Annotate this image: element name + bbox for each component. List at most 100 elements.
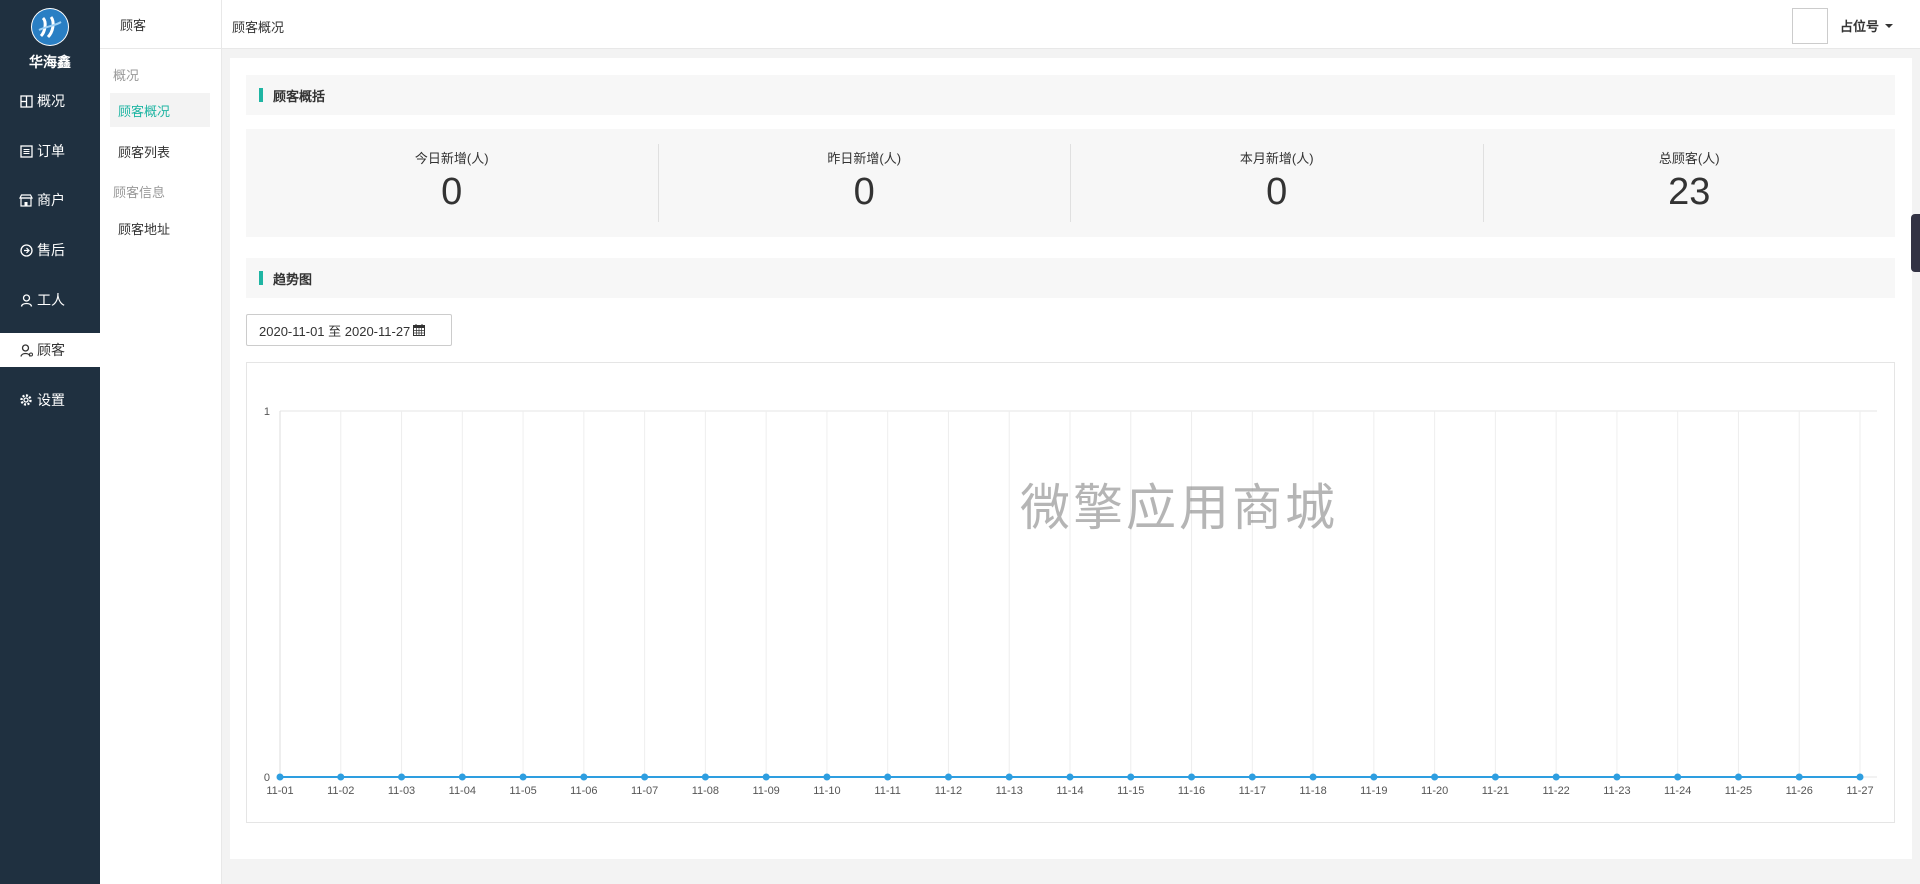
stat-today-new: 今日新增(人) 0 bbox=[246, 144, 658, 222]
user-name: 占位号 bbox=[1840, 19, 1880, 34]
nav-item-overview[interactable]: 概况 bbox=[0, 84, 100, 118]
gear-icon bbox=[19, 393, 33, 407]
data-point bbox=[1188, 773, 1196, 781]
x-tick-label: 11-08 bbox=[692, 785, 719, 797]
data-point bbox=[1005, 773, 1013, 781]
stat-value: 0 bbox=[1266, 171, 1288, 213]
data-point bbox=[398, 773, 406, 781]
side-scroll-handle[interactable] bbox=[1911, 214, 1920, 272]
x-tick-label: 11-10 bbox=[813, 785, 840, 797]
subnav-link-customer-overview[interactable]: 顾客概况 bbox=[110, 93, 210, 127]
summary-section-title: 顾客概括 bbox=[273, 88, 326, 104]
nav-label-orders: 订单 bbox=[37, 143, 65, 159]
x-tick-label: 11-03 bbox=[388, 785, 415, 797]
x-tick-label: 11-17 bbox=[1239, 785, 1266, 797]
x-tick-label: 11-26 bbox=[1786, 785, 1813, 797]
x-tick-label: 11-27 bbox=[1846, 785, 1873, 797]
nav-label-aftersales: 售后 bbox=[37, 242, 65, 258]
x-tick-label: 11-23 bbox=[1603, 785, 1630, 797]
section-accent-bar bbox=[259, 271, 263, 285]
x-tick-label: 11-05 bbox=[509, 785, 536, 797]
data-point bbox=[458, 773, 466, 781]
subnav-link-customer-list[interactable]: 顾客列表 bbox=[110, 134, 210, 168]
subnav-link-customer-address[interactable]: 顾客地址 bbox=[110, 211, 210, 245]
data-point bbox=[762, 773, 770, 781]
x-tick-label: 11-24 bbox=[1664, 785, 1691, 797]
data-point bbox=[1431, 773, 1439, 781]
nav-item-merchants[interactable]: 商户 bbox=[0, 183, 100, 217]
x-tick-label: 11-13 bbox=[996, 785, 1023, 797]
data-point bbox=[944, 773, 952, 781]
stat-label: 今日新增(人) bbox=[414, 151, 489, 166]
stat-value: 23 bbox=[1668, 171, 1711, 213]
summary-section-header: 顾客概括 bbox=[246, 75, 1895, 115]
brand-mark-icon bbox=[31, 8, 69, 46]
subnav-title: 顾客 bbox=[100, 0, 221, 49]
top-bar: 顾客概况 占位号 bbox=[222, 0, 1920, 49]
service-icon bbox=[19, 243, 33, 257]
x-tick-label: 11-06 bbox=[570, 785, 597, 797]
x-tick-label: 11-25 bbox=[1725, 785, 1752, 797]
data-point bbox=[519, 773, 527, 781]
nav-item-workers[interactable]: 工人 bbox=[0, 283, 100, 317]
nav-label-customers: 顾客 bbox=[37, 342, 65, 358]
data-point bbox=[1066, 773, 1074, 781]
date-range-picker[interactable]: 2020-11-01 至 2020-11-27 bbox=[246, 314, 452, 346]
x-tick-label: 11-01 bbox=[266, 785, 293, 797]
main-panel: 顾客概括 今日新增(人) 0 昨日新增(人) 0 本月新增(人) 0 总顾客(人… bbox=[230, 58, 1912, 859]
secondary-sidebar: 顾客 概况 顾客概况 顾客列表 顾客信息 顾客地址 bbox=[100, 0, 222, 884]
data-point bbox=[1491, 773, 1499, 781]
stat-value: 0 bbox=[441, 171, 463, 213]
trend-section-header: 趋势图 bbox=[246, 258, 1895, 298]
trend-section-title: 趋势图 bbox=[273, 271, 313, 287]
nav-label-workers: 工人 bbox=[37, 292, 65, 308]
data-point bbox=[641, 773, 649, 781]
data-point bbox=[1795, 773, 1803, 781]
data-point bbox=[1856, 773, 1864, 781]
main-sidebar: 华海鑫 概况 订单 商户 售后 工人 顾客 设置 bbox=[0, 0, 100, 884]
nav-item-customers[interactable]: 顾客 bbox=[0, 333, 100, 367]
x-tick-label: 11-20 bbox=[1421, 785, 1448, 797]
caret-down-icon bbox=[1885, 23, 1894, 28]
x-tick-label: 11-19 bbox=[1360, 785, 1387, 797]
calendar-icon bbox=[413, 324, 426, 336]
nav-label-overview: 概况 bbox=[37, 93, 65, 109]
x-tick-label: 11-12 bbox=[935, 785, 962, 797]
user-menu[interactable]: 占位号 bbox=[1840, 16, 1894, 35]
list-icon bbox=[19, 144, 33, 158]
stat-total-customers: 总顾客(人) 23 bbox=[1482, 144, 1896, 222]
nav-item-aftersales[interactable]: 售后 bbox=[0, 233, 100, 267]
data-point bbox=[1734, 773, 1742, 781]
nav-item-settings[interactable]: 设置 bbox=[0, 383, 100, 417]
date-range-text: 2020-11-01 至 2020-11-27 bbox=[259, 323, 411, 339]
subnav-group-customer-info: 顾客信息 bbox=[113, 185, 166, 200]
section-accent-bar bbox=[259, 88, 263, 102]
data-point bbox=[1309, 773, 1317, 781]
data-point bbox=[1674, 773, 1682, 781]
y-tick-label: 0 bbox=[264, 772, 270, 784]
nav-label-settings: 设置 bbox=[37, 392, 65, 408]
x-tick-label: 11-14 bbox=[1056, 785, 1083, 797]
summary-stats: 今日新增(人) 0 昨日新增(人) 0 本月新增(人) 0 总顾客(人) 23 bbox=[246, 129, 1895, 237]
x-tick-label: 11-18 bbox=[1299, 785, 1326, 797]
stat-yesterday-new: 昨日新增(人) 0 bbox=[657, 144, 1071, 222]
x-tick-label: 11-15 bbox=[1117, 785, 1144, 797]
data-point bbox=[276, 773, 284, 781]
avatar[interactable] bbox=[1792, 8, 1828, 44]
stat-label: 总顾客(人) bbox=[1658, 151, 1720, 166]
data-point bbox=[1248, 773, 1256, 781]
trend-chart: 0 1 11-01 11-02 11-03 11-04 11-05 11-06 11-07 11-… bbox=[246, 362, 1895, 823]
x-tick-label: 11-16 bbox=[1178, 785, 1205, 797]
dashboard-icon bbox=[19, 94, 33, 108]
x-tick-label: 11-09 bbox=[752, 785, 779, 797]
trend-chart-svg: 0 1 11-01 11-02 11-03 11-04 11-05 11-06 11-07 11-… bbox=[264, 406, 1877, 797]
x-tick-label: 11-22 bbox=[1542, 785, 1569, 797]
x-tick-label: 11-11 bbox=[874, 785, 901, 797]
stat-label: 昨日新增(人) bbox=[827, 151, 902, 166]
stat-month-new: 本月新增(人) 0 bbox=[1070, 144, 1483, 222]
nav-item-orders[interactable]: 订单 bbox=[0, 134, 100, 168]
brand-logo[interactable]: 华海鑫 bbox=[0, 8, 100, 72]
shop-icon bbox=[19, 193, 33, 207]
breadcrumb: 顾客概况 bbox=[232, 20, 285, 35]
stat-value: 0 bbox=[853, 171, 875, 213]
